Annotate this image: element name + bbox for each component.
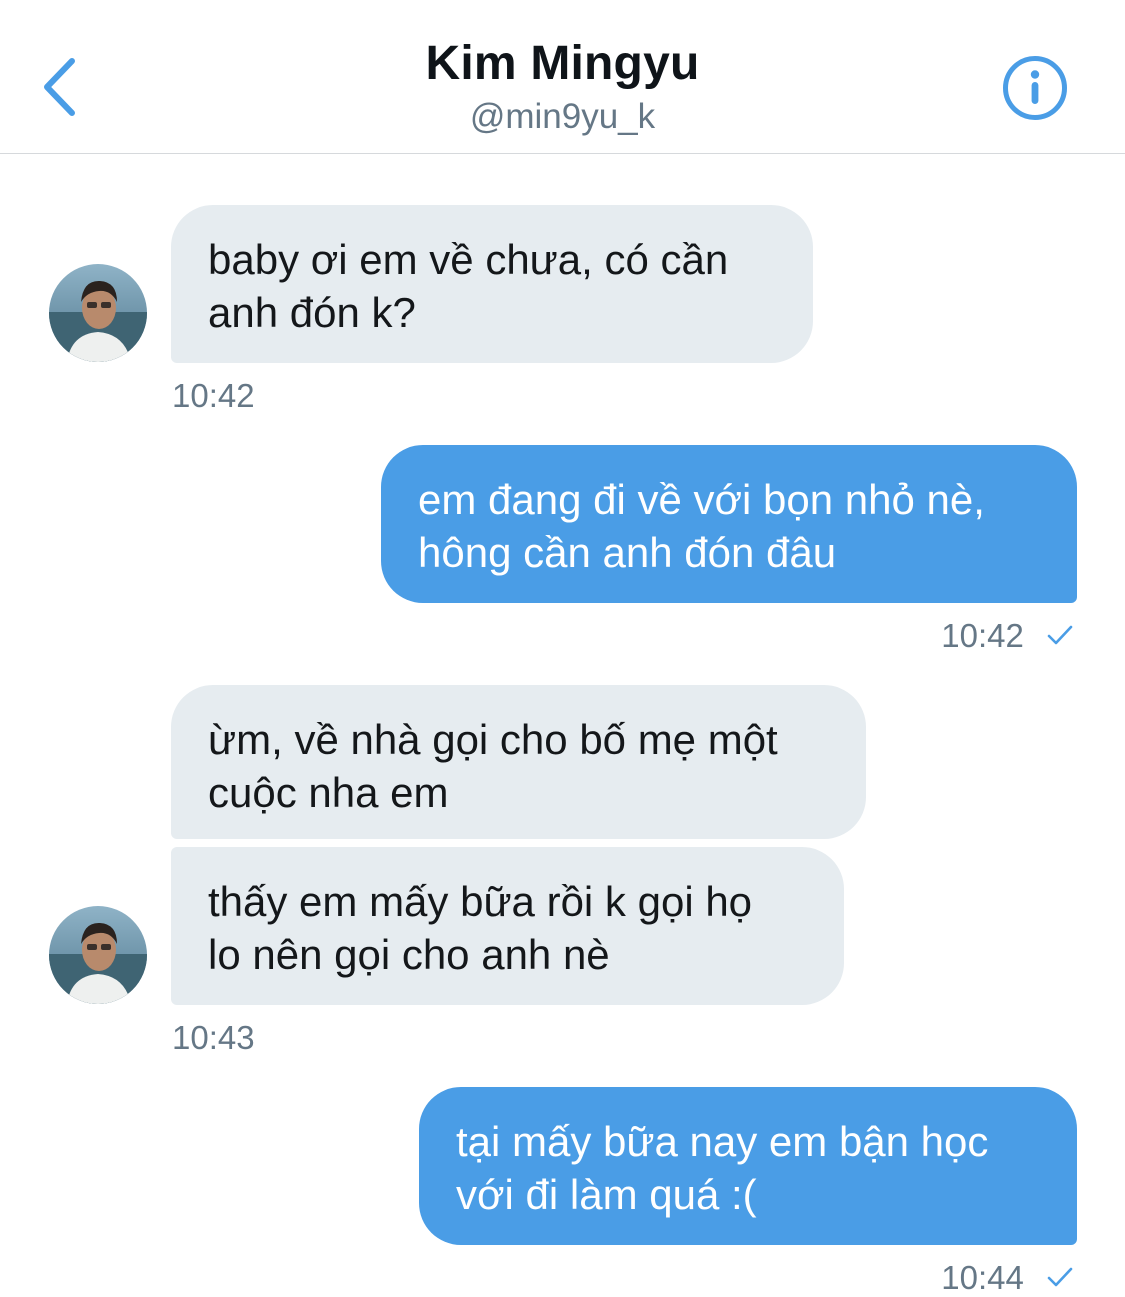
profile-photo <box>49 264 147 362</box>
message-bubble-outgoing[interactable]: tại mấy bữa nay em bận học với đi làm qu… <box>419 1087 1077 1245</box>
message-bubble-incoming[interactable]: ừm, về nhà gọi cho bố mẹ một cuộc nha em <box>171 685 866 839</box>
contact-handle: @min9yu_k <box>469 97 656 136</box>
contact-name: Kim Mingyu <box>425 37 700 90</box>
avatar[interactable] <box>49 264 147 362</box>
info-circle-icon <box>1003 56 1067 120</box>
message-bubble-incoming[interactable]: baby ơi em về chưa, có cần anh đón k? <box>171 205 813 363</box>
message-timestamp: 10:43 <box>172 1019 255 1056</box>
profile-photo <box>49 906 147 1004</box>
checkmark-icon <box>1047 1267 1073 1287</box>
conversation-header: Kim Mingyu @min9yu_k <box>0 0 1125 154</box>
info-button[interactable] <box>1002 55 1068 121</box>
message-timestamp: 10:42 <box>172 377 255 414</box>
message-timestamp: 10:44 <box>941 1259 1073 1297</box>
avatar[interactable] <box>49 906 147 1004</box>
message-timestamp: 10:42 <box>941 617 1073 655</box>
checkmark-icon <box>1047 625 1073 645</box>
message-bubble-incoming[interactable]: thấy em mấy bữa rồi k gọi họ lo nên gọi … <box>171 847 844 1005</box>
message-bubble-outgoing[interactable]: em đang đi về với bọn nhỏ nè, hông cần a… <box>381 445 1077 603</box>
